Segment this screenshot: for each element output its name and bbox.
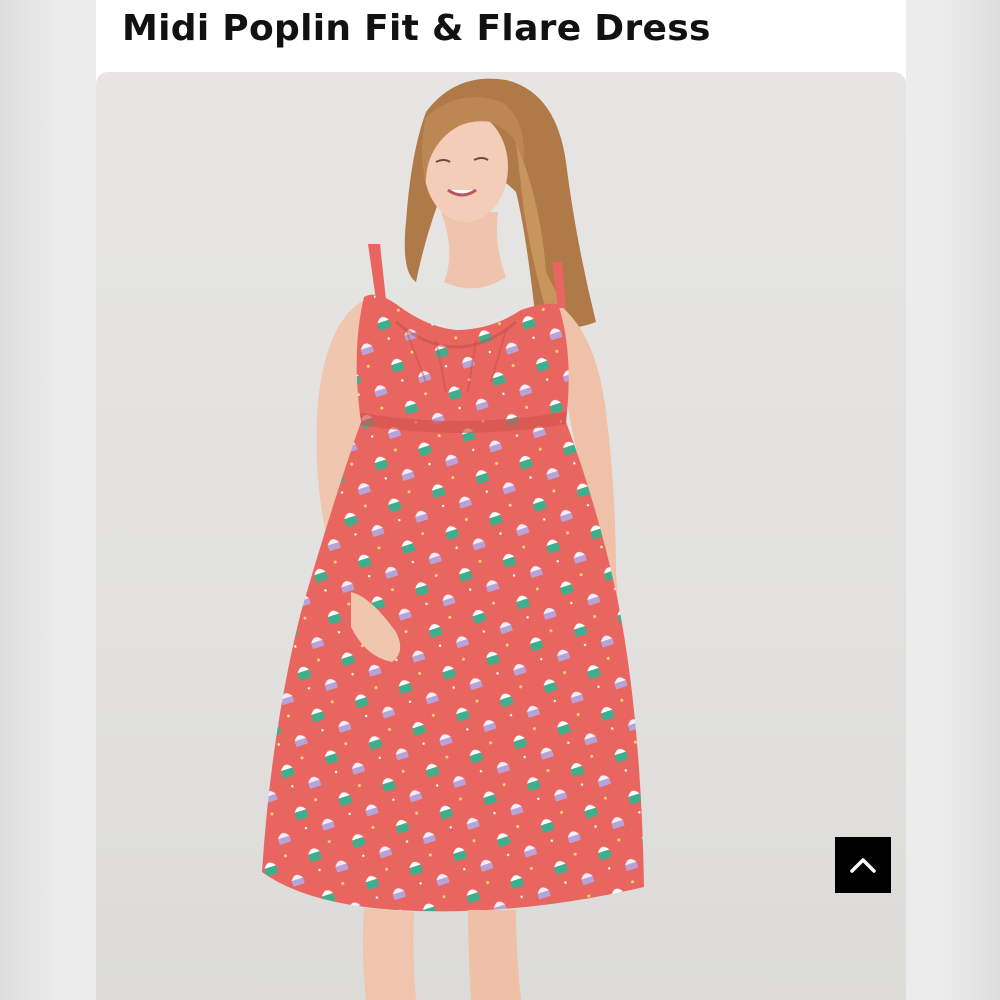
chevron-up-icon <box>850 858 876 873</box>
product-page: Midi Poplin Fit & Flare Dress <box>96 0 906 1000</box>
product-title: Midi Poplin Fit & Flare Dress <box>122 8 711 49</box>
model-illustration <box>262 78 644 1000</box>
product-image[interactable] <box>96 72 906 1000</box>
back-to-top-button[interactable] <box>835 837 891 893</box>
